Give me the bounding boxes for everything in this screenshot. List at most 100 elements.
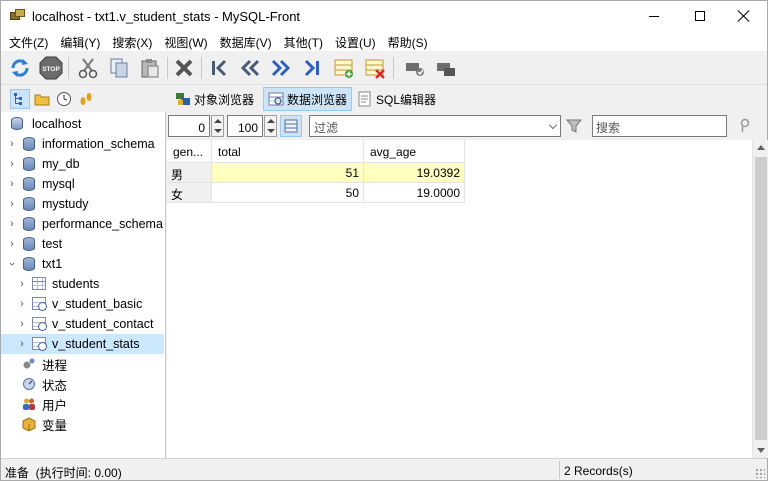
chevron-right-icon[interactable]: › (7, 218, 17, 230)
column-header-gender[interactable]: gen... (167, 140, 212, 163)
column-header-avg-age[interactable]: avg_age (364, 140, 465, 163)
cut-button[interactable] (75, 55, 101, 81)
tree-item-students[interactable]: › students (1, 274, 165, 294)
chevron-down-icon[interactable]: › (6, 259, 18, 269)
scroll-thumb[interactable] (755, 157, 767, 440)
limit-toggle-button[interactable] (280, 115, 302, 137)
database-icon (23, 237, 37, 251)
data-toolbar: 过滤 搜索 (167, 112, 767, 140)
search-input[interactable]: 搜索 (592, 115, 727, 137)
close-button[interactable] (721, 1, 767, 31)
tree-item-performance-schema[interactable]: › performance_schema (1, 214, 165, 234)
history-button[interactable] (54, 89, 74, 109)
chevron-right-icon[interactable]: › (17, 298, 27, 310)
chevron-right-icon[interactable]: › (17, 278, 27, 290)
apply-filter-button[interactable] (562, 115, 586, 137)
cell-avg-age[interactable]: 19.0000 (364, 183, 465, 203)
offset-input[interactable] (168, 115, 210, 137)
paste-button[interactable] (137, 55, 163, 81)
minimize-button[interactable] (631, 1, 677, 31)
tree-item-processes[interactable]: 进程 (1, 354, 165, 374)
previous-page-icon (240, 59, 260, 77)
cancel-button[interactable] (433, 55, 459, 81)
scroll-up-icon[interactable] (757, 145, 765, 150)
cell-total[interactable]: 51 (212, 163, 364, 183)
tab-object-browser[interactable]: 对象浏览器 (171, 87, 258, 111)
chevron-right-icon[interactable]: › (7, 238, 17, 250)
limit-input[interactable] (227, 115, 263, 137)
vertical-scrollbar[interactable] (752, 140, 768, 458)
tree-item-v-student-basic[interactable]: › v_student_basic (1, 294, 165, 314)
maximize-button[interactable] (677, 1, 723, 31)
tree-item-label: information_schema (42, 137, 155, 151)
menu-edit[interactable]: 编辑(Y) (54, 31, 106, 51)
tree-item-mystudy[interactable]: › mystudy (1, 194, 165, 214)
jobs-button[interactable] (76, 89, 96, 109)
tree-item-my-db[interactable]: › my_db (1, 154, 165, 174)
filter-combobox[interactable]: 过滤 (309, 115, 561, 137)
first-record-button[interactable] (206, 55, 232, 81)
post-button[interactable] (402, 55, 428, 81)
previous-page-button[interactable] (237, 55, 263, 81)
menu-search[interactable]: 搜索(X) (106, 31, 158, 51)
copy-button[interactable] (106, 55, 132, 81)
tree-item-status[interactable]: 状态 (1, 374, 165, 394)
toolbar-separator (167, 57, 168, 79)
menu-database[interactable]: 数据库(V) (214, 31, 278, 51)
chevron-right-icon[interactable]: › (17, 318, 27, 330)
cell-gender[interactable]: 女 (167, 183, 212, 203)
limit-stepper[interactable] (264, 115, 277, 137)
resize-grip-icon[interactable] (755, 468, 765, 478)
tree-item-v-student-contact[interactable]: › v_student_contact (1, 314, 165, 334)
copy-icon (110, 58, 128, 78)
menu-other[interactable]: 其他(T) (278, 31, 329, 51)
scroll-down-icon[interactable] (757, 448, 765, 453)
chevron-right-icon[interactable]: › (7, 178, 17, 190)
chevron-right-icon[interactable]: › (7, 138, 17, 150)
tab-sql-editor[interactable]: SQL编辑器 (353, 87, 440, 111)
next-page-icon (271, 59, 291, 77)
data-grid: gen... total avg_age 男 51 19.0392 女 50 1… (167, 140, 752, 458)
object-browser-icon (176, 93, 190, 105)
cell-total[interactable]: 50 (212, 183, 364, 203)
next-page-button[interactable] (268, 55, 294, 81)
chevron-right-icon[interactable]: › (7, 198, 17, 210)
tree-item-variables[interactable]: 变量 (1, 414, 165, 434)
chevron-right-icon[interactable]: › (17, 338, 27, 350)
search-button[interactable] (732, 115, 756, 137)
chevron-right-icon[interactable]: › (7, 158, 17, 170)
cell-avg-age[interactable]: 19.0392 (364, 163, 465, 183)
tab-data-browser[interactable]: 数据浏览器 (263, 87, 353, 111)
menu-help[interactable]: 帮助(S) (382, 31, 434, 51)
minimize-icon (649, 15, 659, 17)
tree-item-localhost[interactable]: localhost (1, 114, 165, 134)
app-window: localhost - txt1.v_student_stats - MySQL… (0, 0, 768, 481)
tree-view-button[interactable] (10, 89, 30, 109)
tree-item-v-student-stats[interactable]: › v_student_stats (1, 334, 164, 354)
menu-settings[interactable]: 设置(U) (329, 31, 382, 51)
delete-record-button[interactable] (362, 55, 388, 81)
insert-record-button[interactable] (331, 55, 357, 81)
status-bar: 准备 (执行时间: 0.00) 2 Records(s) (1, 458, 767, 480)
offset-stepper[interactable] (211, 115, 224, 137)
favorites-button[interactable] (32, 89, 52, 109)
tree-item-users[interactable]: 用户 (1, 394, 165, 414)
refresh-button[interactable] (7, 55, 33, 81)
tree-item-label: v_student_basic (52, 297, 143, 311)
status-icon (22, 377, 36, 391)
refresh-icon (11, 59, 29, 77)
tree-item-txt1[interactable]: › txt1 (1, 254, 165, 274)
tree-item-information-schema[interactable]: › information_schema (1, 134, 165, 154)
last-record-icon (304, 59, 319, 77)
box-icon (22, 417, 36, 432)
tree-item-test[interactable]: › test (1, 234, 165, 254)
menu-view[interactable]: 视图(W) (158, 31, 213, 51)
cell-gender[interactable]: 男 (167, 163, 212, 183)
menu-file[interactable]: 文件(Z) (3, 31, 54, 51)
tree-item-mysql[interactable]: › mysql (1, 174, 165, 194)
last-record-button[interactable] (299, 55, 325, 81)
stop-button[interactable]: STOP (38, 55, 64, 81)
chevron-down-icon[interactable] (549, 121, 557, 129)
delete-button[interactable] (171, 55, 197, 81)
column-header-total[interactable]: total (212, 140, 364, 163)
